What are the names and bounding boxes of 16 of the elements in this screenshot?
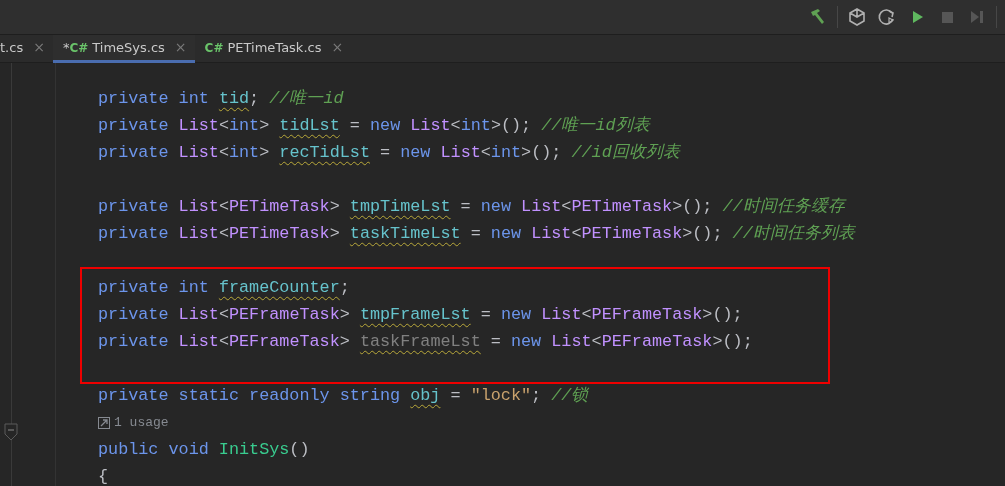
code-line: private List<PETimeTask> tmpTimeLst = new List<PETimeTask>(); //时间任务缓存 bbox=[98, 196, 848, 218]
code-line: private List<PETimeTask> taskTimeLst = new List<PETimeTask>(); //时间任务列表 bbox=[98, 223, 857, 245]
usage-hint[interactable]: 1 usage bbox=[114, 412, 169, 433]
code-line: private List<PEFrameTask> tmpFrameLst = new List<PEFrameTask>(); bbox=[98, 304, 744, 326]
code-line: private static readonly string obj = "lock"; //锁 bbox=[98, 385, 590, 407]
code-line: private List<int> tidLst = new List<int>(); //唯一id列表 bbox=[98, 115, 652, 137]
code-line: private List<int> recTidLst = new List<int>(); //id回收列表 bbox=[98, 142, 682, 164]
cube-logo-icon[interactable] bbox=[846, 6, 868, 28]
file-tab[interactable]: t.cs × bbox=[0, 35, 53, 63]
code-line: private int frameCounter; bbox=[98, 277, 351, 299]
file-tab[interactable]: C# PETimeTask.cs × bbox=[194, 35, 352, 63]
code-line: private List<PEFrameTask> taskFrameLst = new List<PEFrameTask>(); bbox=[98, 331, 754, 353]
code-line: public void InitSys() bbox=[98, 439, 311, 461]
code-line: { bbox=[98, 466, 110, 486]
usage-link-icon bbox=[98, 416, 110, 429]
code-line: private int tid; //唯一id bbox=[98, 88, 345, 110]
